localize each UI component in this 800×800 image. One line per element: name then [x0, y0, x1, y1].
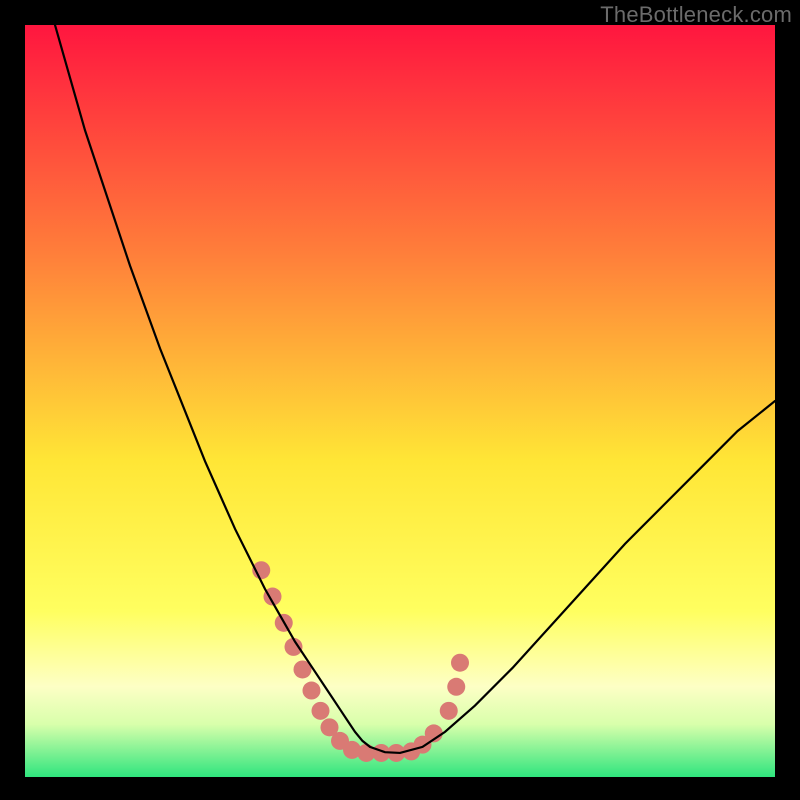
bottleneck-chart: [25, 25, 775, 777]
curve-marker: [451, 654, 469, 672]
curve-marker: [312, 702, 330, 720]
curve-marker: [440, 702, 458, 720]
curve-marker: [303, 682, 321, 700]
gradient-background: [25, 25, 775, 777]
watermark-text: TheBottleneck.com: [600, 2, 792, 28]
curve-marker: [447, 678, 465, 696]
chart-frame: [25, 25, 775, 777]
